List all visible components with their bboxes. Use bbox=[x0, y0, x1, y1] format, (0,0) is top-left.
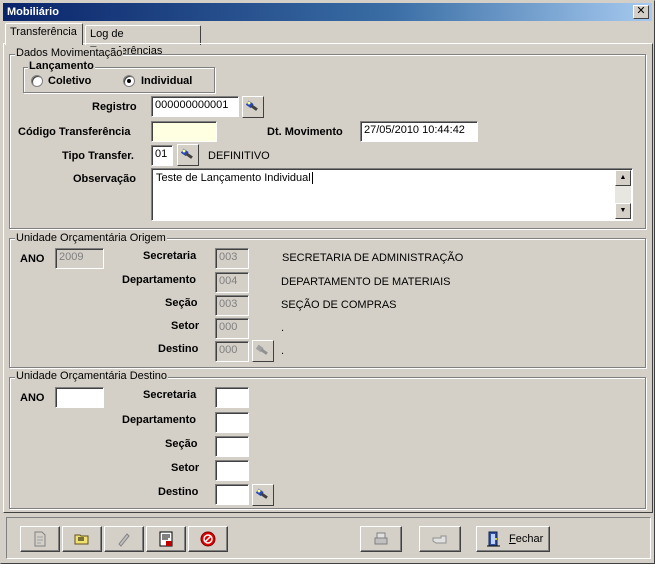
origem-secao-description: SEÇÃO DE COMPRAS bbox=[281, 299, 397, 311]
mobiliario-window: Mobiliário ✕ Transferência Log de Transf… bbox=[0, 0, 655, 564]
destino-ano-field[interactable] bbox=[55, 387, 104, 408]
destino-legend: Unidade Orçamentária Destino bbox=[15, 370, 169, 382]
radio-coletivo-label[interactable]: Coletivo bbox=[48, 74, 91, 88]
fechar-label: Fechar bbox=[509, 533, 543, 545]
origem-ano-field[interactable]: 2009 bbox=[55, 248, 104, 269]
origem-legend: Unidade Orçamentária Origem bbox=[15, 232, 167, 244]
destino-departamento-field[interactable] bbox=[215, 412, 249, 433]
tab-log-transferencias[interactable]: Log de Transferências bbox=[85, 25, 201, 57]
window-title: Mobiliário bbox=[7, 6, 59, 18]
lookup-flashlight-icon bbox=[181, 148, 193, 159]
open-button[interactable] bbox=[62, 526, 102, 552]
registro-field[interactable]: 000000000001 bbox=[151, 96, 239, 117]
codigo-transferencia-label: Código Transferência bbox=[18, 126, 131, 138]
scroll-down-button[interactable]: ▼ bbox=[615, 203, 631, 219]
observacao-textarea[interactable]: Teste de Lançamento Individual ▲ ▼ bbox=[151, 168, 633, 221]
dt-movimento-label: Dt. Movimento bbox=[267, 126, 343, 138]
open-folder-icon bbox=[74, 534, 89, 545]
confirm-button[interactable] bbox=[419, 526, 461, 552]
lookup-flashlight-icon bbox=[246, 100, 258, 111]
destino-secretaria-label: Secretaria bbox=[143, 389, 197, 401]
exit-door-icon bbox=[487, 531, 500, 547]
origem-destino-lookup-button[interactable] bbox=[252, 340, 274, 362]
destino-secao-field[interactable] bbox=[215, 436, 249, 457]
registro-label: Registro bbox=[92, 101, 137, 113]
save-button[interactable] bbox=[146, 526, 186, 552]
cancel-button[interactable] bbox=[188, 526, 228, 552]
lookup-flashlight-icon bbox=[256, 344, 268, 355]
origem-secretaria-label: Secretaria bbox=[143, 250, 197, 262]
origem-departamento-description: DEPARTAMENTO DE MATERIAIS bbox=[281, 276, 451, 288]
origem-secretaria-field[interactable]: 003 bbox=[215, 248, 249, 269]
pointing-hand-icon bbox=[432, 535, 447, 544]
lancamento-legend: Lançamento bbox=[28, 60, 95, 72]
codigo-transferencia-field[interactable] bbox=[151, 121, 217, 142]
destino-setor-label: Setor bbox=[171, 462, 200, 474]
destino-ano-label: ANO bbox=[20, 392, 45, 404]
origem-secao-label: Seção bbox=[165, 297, 198, 309]
fechar-label-rest: echar bbox=[515, 533, 544, 545]
radio-coletivo[interactable] bbox=[31, 75, 43, 87]
save-disk-icon bbox=[159, 531, 173, 547]
observacao-text: Teste de Lançamento Individual bbox=[156, 172, 311, 184]
destino-group bbox=[9, 377, 646, 509]
destino-destino-lookup-button[interactable] bbox=[252, 484, 274, 506]
new-document-icon bbox=[34, 531, 46, 547]
tipo-transfer-description: DEFINITIVO bbox=[208, 150, 270, 162]
title-bar[interactable]: Mobiliário ✕ bbox=[3, 3, 652, 21]
tab-transferencia-label: Transferência bbox=[10, 26, 77, 38]
radio-individual[interactable] bbox=[123, 75, 135, 87]
origem-departamento-label: Departamento bbox=[122, 274, 196, 286]
tab-transferencia[interactable]: Transferência bbox=[5, 23, 83, 45]
dados-movimentacao-legend: Dados Movimentação bbox=[15, 47, 124, 59]
window-close-button[interactable]: ✕ bbox=[633, 5, 649, 19]
origem-setor-label: Setor bbox=[171, 320, 200, 332]
origem-secao-field[interactable]: 003 bbox=[215, 295, 249, 316]
origem-ano-label: ANO bbox=[20, 253, 45, 265]
cancel-circle-icon bbox=[200, 531, 216, 547]
fechar-accelerator: F bbox=[509, 533, 516, 545]
text-caret bbox=[311, 172, 313, 184]
origem-setor-field[interactable]: 000 bbox=[215, 318, 249, 339]
destino-departamento-label: Departamento bbox=[122, 414, 196, 426]
edit-button[interactable] bbox=[104, 526, 144, 552]
lookup-flashlight-icon bbox=[256, 488, 268, 499]
observacao-label: Observação bbox=[73, 173, 136, 185]
tipo-transfer-label: Tipo Transfer. bbox=[62, 150, 134, 162]
origem-departamento-field[interactable]: 004 bbox=[215, 272, 249, 293]
bottom-toolbar bbox=[6, 517, 651, 559]
fechar-button[interactable]: Fechar bbox=[476, 526, 550, 552]
registro-lookup-button[interactable] bbox=[242, 96, 264, 118]
observacao-scrollbar[interactable]: ▲ ▼ bbox=[615, 170, 631, 219]
destino-destino-label: Destino bbox=[158, 486, 199, 498]
origem-destino-label: Destino bbox=[158, 343, 199, 355]
destino-destino-field[interactable] bbox=[215, 484, 249, 505]
destino-setor-field[interactable] bbox=[215, 460, 249, 481]
destino-secretaria-field[interactable] bbox=[215, 387, 249, 408]
scroll-down-arrow-icon: ▼ bbox=[619, 207, 627, 214]
radio-individual-label[interactable]: Individual bbox=[141, 74, 192, 88]
tipo-transfer-lookup-button[interactable] bbox=[177, 144, 199, 166]
origem-destino-field[interactable]: 000 bbox=[215, 341, 249, 362]
origem-destino-description: . bbox=[281, 345, 285, 357]
dt-movimento-field[interactable]: 27/05/2010 10:44:42 bbox=[360, 121, 478, 142]
scroll-up-button[interactable]: ▲ bbox=[615, 170, 631, 186]
printer-icon bbox=[374, 532, 388, 545]
origem-secretaria-description: SECRETARIA DE ADMINISTRAÇÃO bbox=[282, 252, 464, 264]
scroll-up-arrow-icon: ▲ bbox=[619, 174, 627, 181]
edit-pencil-icon bbox=[118, 533, 130, 547]
tipo-transfer-field[interactable]: 01 bbox=[151, 145, 173, 166]
origem-setor-description: . bbox=[281, 322, 285, 334]
close-icon: ✕ bbox=[636, 5, 646, 17]
print-button[interactable] bbox=[360, 526, 402, 552]
destino-secao-label: Seção bbox=[165, 438, 198, 450]
new-record-button[interactable] bbox=[20, 526, 60, 552]
